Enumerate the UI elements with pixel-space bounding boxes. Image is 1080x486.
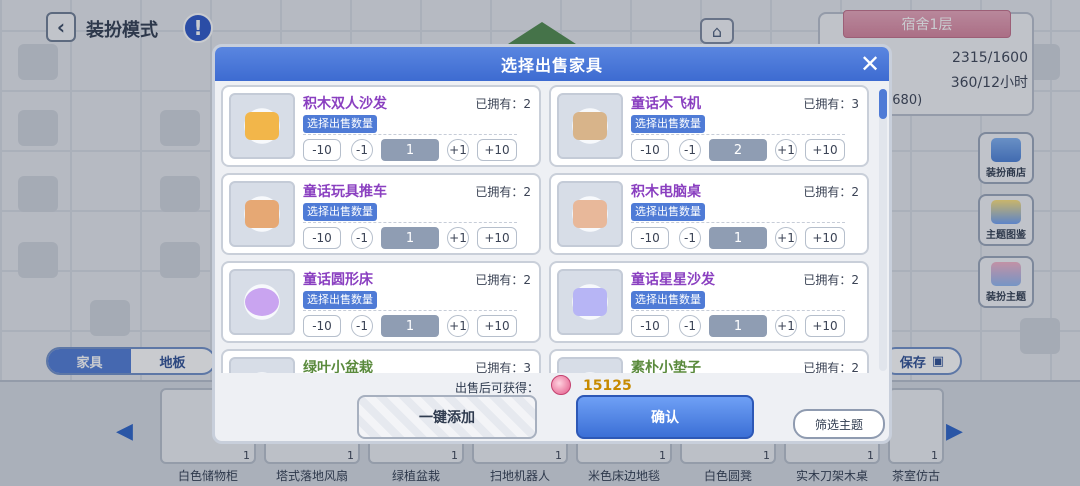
- quantity-field[interactable]: 1: [381, 139, 439, 161]
- furniture-card: 童话圆形床 已拥有：2 选择出售数量 -10 -1 1 +1 +10: [221, 261, 541, 343]
- owned-count: 已拥有：2: [803, 185, 859, 199]
- sell-gain-value: 15125: [583, 378, 632, 394]
- plus-1-button[interactable]: +1: [447, 227, 469, 249]
- furniture-name: 积木电脑桌: [631, 184, 701, 200]
- toy-cart-icon: [245, 200, 279, 228]
- star-sofa-icon: [573, 288, 607, 316]
- plus-1-button[interactable]: +1: [775, 227, 797, 249]
- owned-count: 已拥有：2: [803, 361, 859, 373]
- divider: [631, 134, 845, 135]
- owned-count: 已拥有：2: [803, 273, 859, 287]
- qty-label: 选择出售数量: [631, 203, 705, 221]
- dialog-header: 选择出售家具 ✕: [215, 47, 889, 81]
- confirm-button[interactable]: 确认: [576, 395, 754, 439]
- furniture-name: 绿叶小盆栽: [303, 360, 373, 373]
- furniture-card: 绿叶小盆栽 已拥有：3: [221, 349, 541, 373]
- close-icon[interactable]: ✕: [857, 51, 883, 77]
- furniture-card: 积木双人沙发 已拥有：2 选择出售数量 -10 -1 1 +1 +10: [221, 85, 541, 167]
- furniture-thumbnail: [557, 93, 623, 159]
- divider: [631, 222, 845, 223]
- sell-furniture-dialog: 选择出售家具 ✕ 积木双人沙发 已拥有：2 选择出售数量 -10 -1 1 +1…: [212, 44, 892, 444]
- plus-10-button[interactable]: +10: [477, 315, 517, 337]
- gem-currency-icon: [551, 375, 571, 395]
- furniture-name: 童话木飞机: [631, 96, 701, 112]
- qty-label: 选择出售数量: [303, 203, 377, 221]
- minus-10-button[interactable]: -10: [303, 315, 341, 337]
- plus-10-button[interactable]: +10: [805, 139, 845, 161]
- airplane-icon: [573, 112, 607, 140]
- list-scroll-thumb[interactable]: [879, 89, 887, 119]
- furniture-thumbnail: [557, 357, 623, 373]
- quantity-field[interactable]: 1: [709, 227, 767, 249]
- furniture-thumbnail: [229, 181, 295, 247]
- furniture-thumbnail: [557, 181, 623, 247]
- plus-10-button[interactable]: +10: [805, 227, 845, 249]
- furniture-name: 童话圆形床: [303, 272, 373, 288]
- furniture-card: 童话木飞机 已拥有：3 选择出售数量 -10 -1 2 +1 +10: [549, 85, 869, 167]
- furniture-thumbnail: [557, 269, 623, 335]
- sofa-icon: [245, 112, 279, 140]
- furniture-thumbnail: [229, 357, 295, 373]
- quantity-field[interactable]: 1: [381, 315, 439, 337]
- sell-gain-label: 出售后可获得：: [455, 381, 540, 395]
- minus-10-button[interactable]: -10: [303, 139, 341, 161]
- minus-10-button[interactable]: -10: [631, 315, 669, 337]
- minus-1-button[interactable]: -1: [351, 139, 373, 161]
- owned-count: 已拥有：2: [475, 185, 531, 199]
- qty-label: 选择出售数量: [631, 291, 705, 309]
- round-bed-icon: [245, 288, 279, 316]
- computer-desk-icon: [573, 200, 607, 228]
- divider: [303, 310, 517, 311]
- owned-count: 已拥有：2: [475, 97, 531, 111]
- plus-10-button[interactable]: +10: [477, 227, 517, 249]
- qty-label: 选择出售数量: [303, 291, 377, 309]
- plus-10-button[interactable]: +10: [477, 139, 517, 161]
- minus-1-button[interactable]: -1: [351, 315, 373, 337]
- quantity-field[interactable]: 2: [709, 139, 767, 161]
- minus-10-button[interactable]: -10: [303, 227, 341, 249]
- furniture-name: 素朴小垫子: [631, 360, 701, 373]
- furniture-name: 童话玩具推车: [303, 184, 387, 200]
- furniture-card: 素朴小垫子 已拥有：2: [549, 349, 869, 373]
- plus-1-button[interactable]: +1: [447, 139, 469, 161]
- divider: [303, 134, 517, 135]
- furniture-thumbnail: [229, 269, 295, 335]
- plus-1-button[interactable]: +1: [447, 315, 469, 337]
- minus-10-button[interactable]: -10: [631, 139, 669, 161]
- divider: [631, 310, 845, 311]
- minus-1-button[interactable]: -1: [679, 227, 701, 249]
- dialog-title: 选择出售家具: [500, 56, 603, 75]
- furniture-card: 童话星星沙发 已拥有：2 选择出售数量 -10 -1 1 +1 +10: [549, 261, 869, 343]
- minus-10-button[interactable]: -10: [631, 227, 669, 249]
- owned-count: 已拥有：3: [803, 97, 859, 111]
- furniture-sell-list[interactable]: 积木双人沙发 已拥有：2 选择出售数量 -10 -1 1 +1 +10 童话木飞…: [221, 85, 877, 373]
- list-scrollbar[interactable]: [879, 89, 887, 371]
- quantity-field[interactable]: 1: [381, 227, 439, 249]
- furniture-name: 积木双人沙发: [303, 96, 387, 112]
- furniture-name: 童话星星沙发: [631, 272, 715, 288]
- plus-1-button[interactable]: +1: [775, 315, 797, 337]
- owned-count: 已拥有：3: [475, 361, 531, 373]
- minus-1-button[interactable]: -1: [351, 227, 373, 249]
- divider: [303, 222, 517, 223]
- plus-10-button[interactable]: +10: [805, 315, 845, 337]
- furniture-card: 积木电脑桌 已拥有：2 选择出售数量 -10 -1 1 +1 +10: [549, 173, 869, 255]
- minus-1-button[interactable]: -1: [679, 139, 701, 161]
- add-all-button[interactable]: 一键添加: [357, 395, 537, 439]
- furniture-card: 童话玩具推车 已拥有：2 选择出售数量 -10 -1 1 +1 +10: [221, 173, 541, 255]
- quantity-field[interactable]: 1: [709, 315, 767, 337]
- qty-label: 选择出售数量: [631, 115, 705, 133]
- minus-1-button[interactable]: -1: [679, 315, 701, 337]
- qty-label: 选择出售数量: [303, 115, 377, 133]
- furniture-thumbnail: [229, 93, 295, 159]
- owned-count: 已拥有：2: [475, 273, 531, 287]
- filter-theme-button[interactable]: 筛选主题: [793, 409, 885, 439]
- plus-1-button[interactable]: +1: [775, 139, 797, 161]
